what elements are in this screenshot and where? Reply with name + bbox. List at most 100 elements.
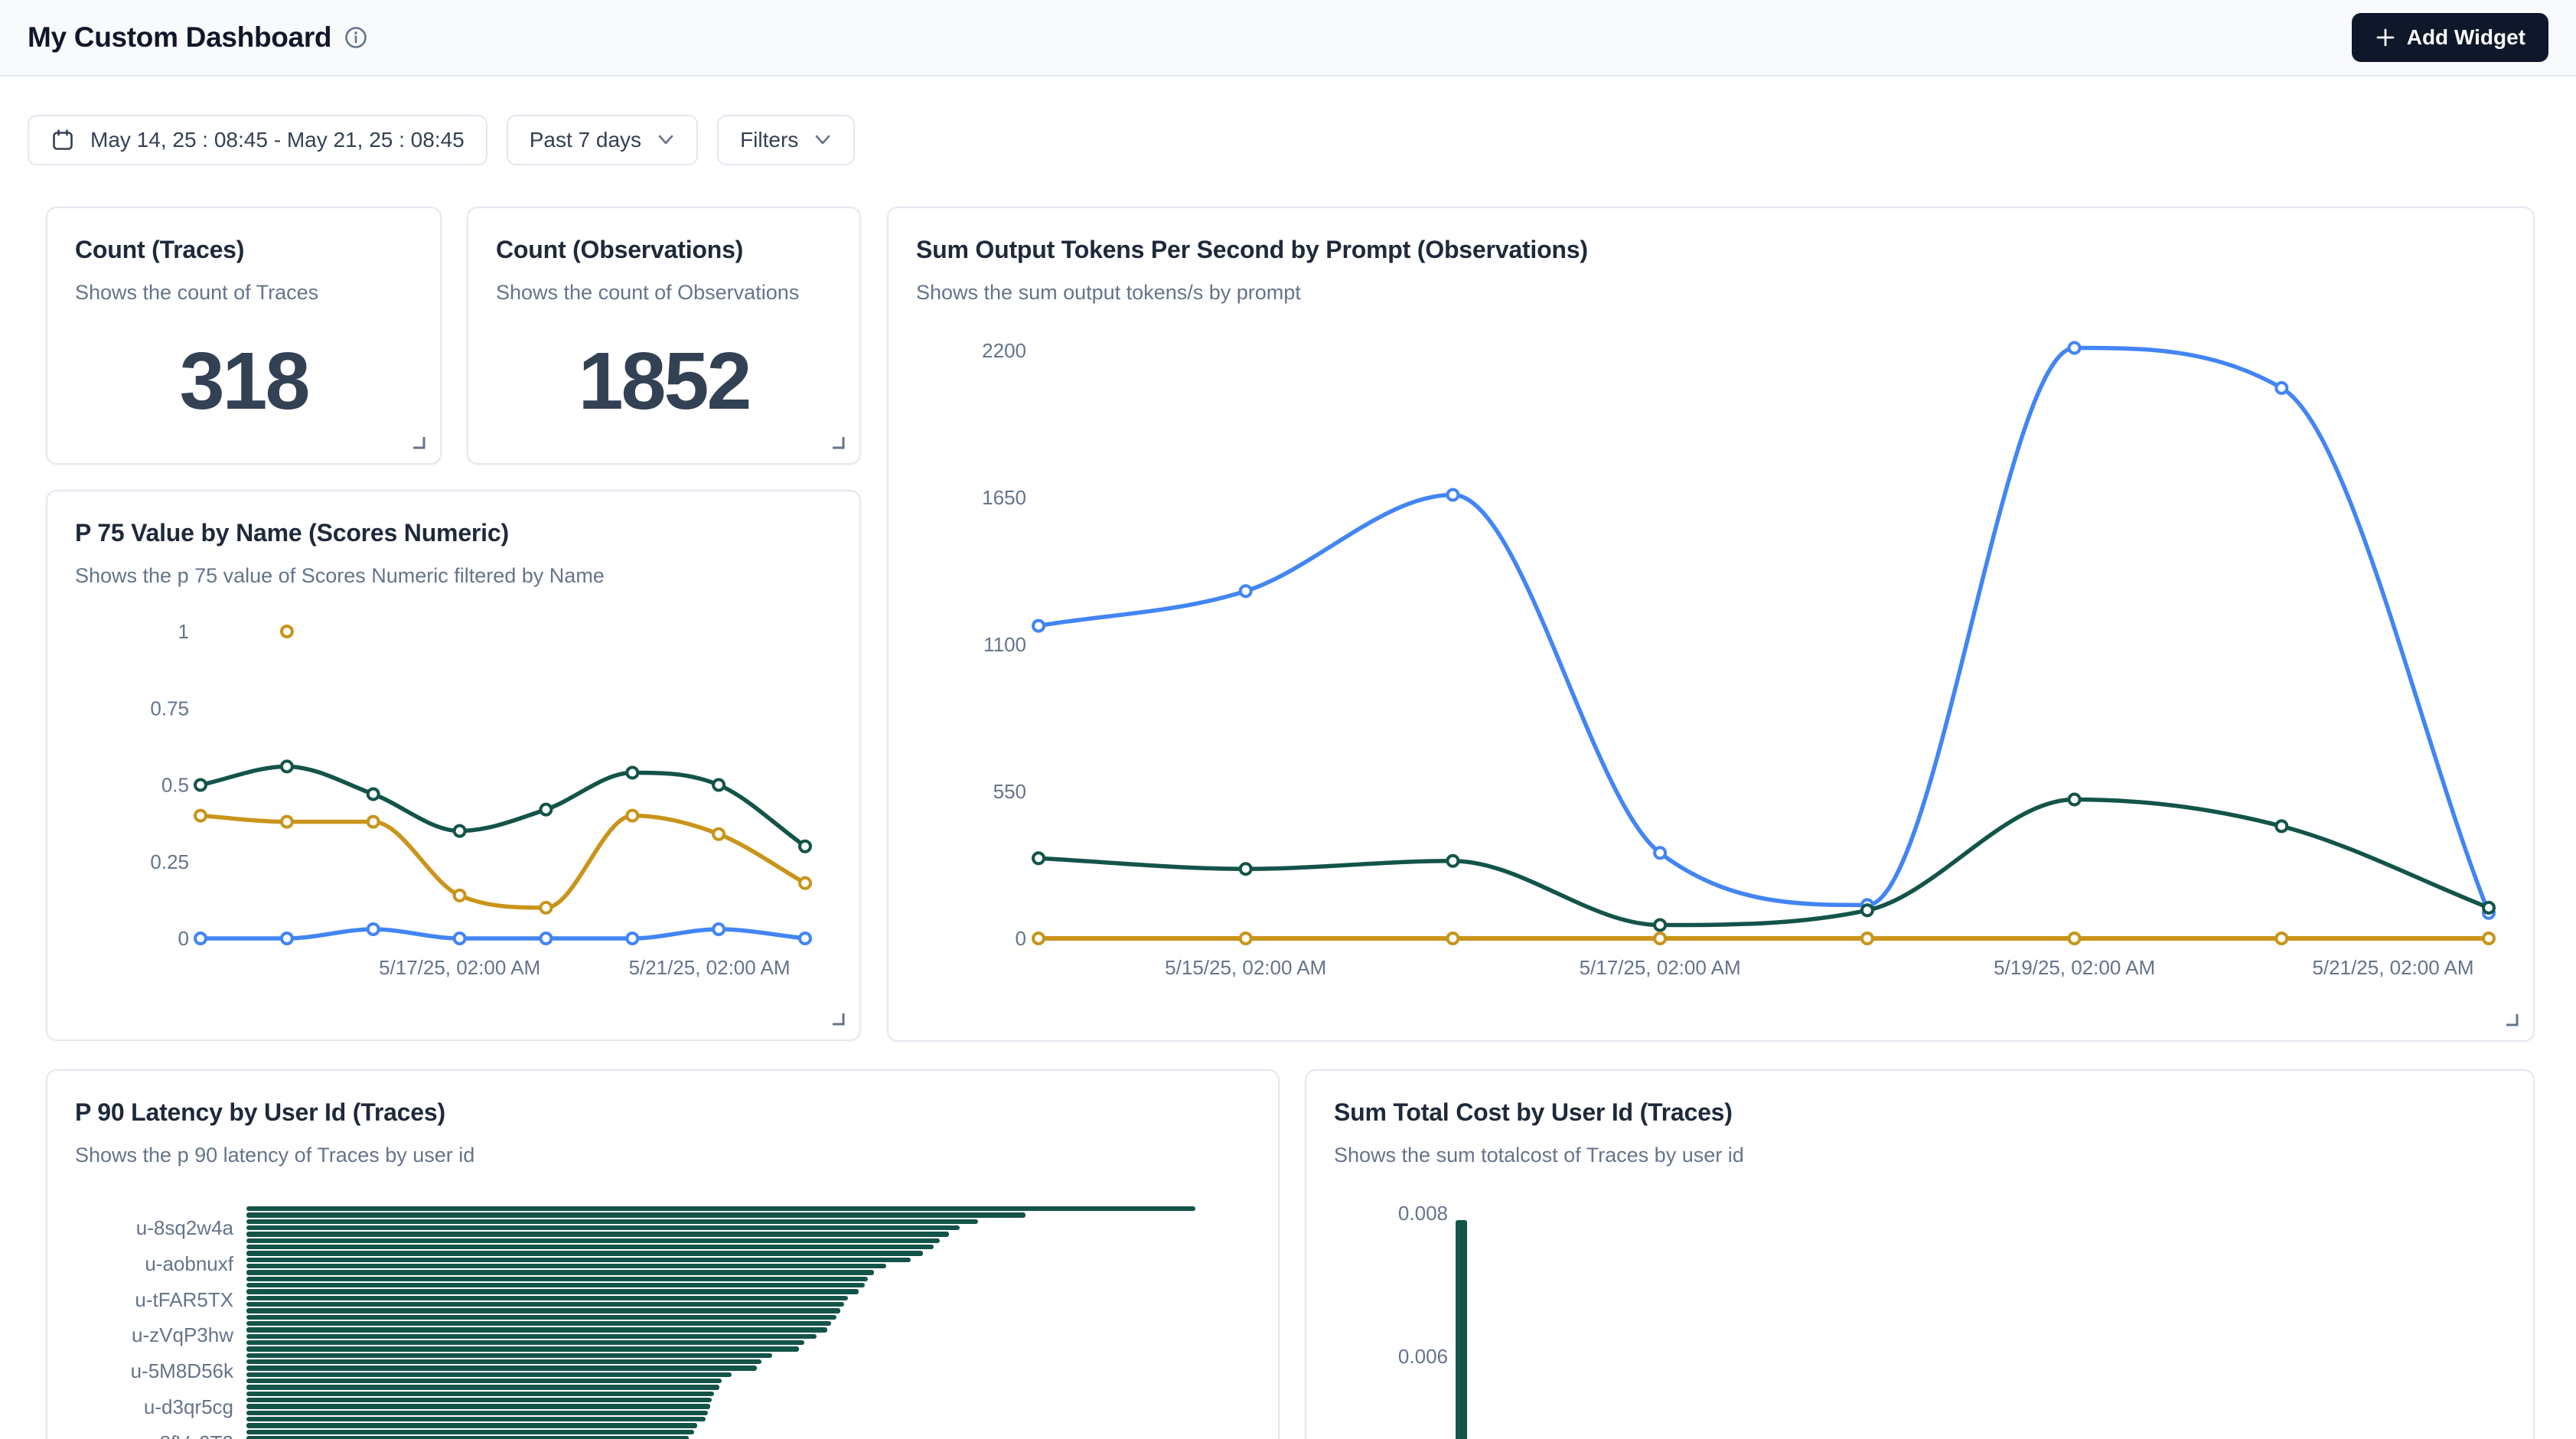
data-point-marker[interactable]: [1241, 933, 1251, 944]
data-point-marker[interactable]: [540, 804, 551, 815]
data-point-marker[interactable]: [2069, 795, 2080, 805]
preset-dropdown[interactable]: Past 7 days: [507, 115, 698, 165]
data-point-marker[interactable]: [1862, 905, 1873, 915]
data-point-marker[interactable]: [2483, 933, 2494, 944]
data-point-marker[interactable]: [800, 933, 810, 944]
data-point-marker[interactable]: [2276, 383, 2287, 393]
x-axis-tick-label: 5/21/25, 02:00 AM: [2312, 956, 2473, 979]
data-point-marker[interactable]: [282, 817, 292, 827]
data-point-marker[interactable]: [627, 811, 637, 821]
latency-bar[interactable]: [246, 1277, 868, 1281]
data-point-marker[interactable]: [368, 817, 379, 827]
latency-bar[interactable]: [246, 1417, 706, 1421]
latency-bar[interactable]: [246, 1238, 940, 1243]
data-point-marker[interactable]: [800, 841, 810, 852]
latency-bar[interactable]: [246, 1340, 804, 1345]
y-axis-tick-label: 1100: [983, 633, 1026, 656]
data-point-marker[interactable]: [282, 626, 292, 637]
resize-handle-icon[interactable]: [829, 1010, 846, 1030]
data-point-marker[interactable]: [1447, 490, 1458, 501]
latency-bar[interactable]: [246, 1372, 732, 1377]
data-point-marker[interactable]: [282, 761, 292, 772]
data-point-marker[interactable]: [1033, 621, 1044, 631]
latency-bar[interactable]: [246, 1289, 859, 1294]
data-point-marker[interactable]: [455, 826, 465, 837]
latency-bar[interactable]: [246, 1264, 886, 1268]
data-point-marker[interactable]: [1862, 933, 1873, 944]
data-point-marker[interactable]: [195, 811, 206, 821]
info-icon[interactable]: [344, 25, 368, 50]
latency-bar[interactable]: [246, 1296, 848, 1300]
date-range-button[interactable]: May 14, 25 : 08:45 - May 21, 25 : 08:45: [28, 115, 487, 165]
latency-bar[interactable]: [246, 1411, 708, 1415]
data-point-marker[interactable]: [713, 780, 724, 791]
latency-bar[interactable]: [246, 1225, 960, 1230]
data-point-marker[interactable]: [195, 933, 206, 944]
data-point-marker[interactable]: [627, 933, 637, 944]
latency-bar[interactable]: [246, 1392, 714, 1396]
data-point-marker[interactable]: [1033, 933, 1044, 944]
data-point-marker[interactable]: [1241, 586, 1251, 596]
data-point-marker[interactable]: [2069, 933, 2080, 944]
latency-bar[interactable]: [246, 1251, 923, 1255]
data-point-marker[interactable]: [800, 878, 810, 889]
data-point-marker[interactable]: [1447, 856, 1458, 866]
latency-bar[interactable]: [246, 1270, 874, 1274]
latency-bar[interactable]: [246, 1334, 817, 1339]
data-point-marker[interactable]: [627, 768, 637, 778]
data-point-marker[interactable]: [2069, 343, 2080, 354]
resize-handle-icon[interactable]: [409, 433, 426, 454]
latency-bar[interactable]: [246, 1430, 694, 1434]
data-point-marker[interactable]: [368, 789, 379, 800]
filters-dropdown[interactable]: Filters: [717, 115, 855, 165]
latency-bar[interactable]: [246, 1321, 831, 1326]
latency-bar[interactable]: [246, 1212, 1026, 1217]
data-point-marker[interactable]: [2276, 821, 2287, 831]
latency-bar[interactable]: [246, 1232, 949, 1236]
latency-bar[interactable]: [246, 1353, 772, 1358]
data-point-marker[interactable]: [195, 780, 206, 791]
data-point-marker[interactable]: [2276, 933, 2287, 944]
latency-bar[interactable]: [246, 1436, 689, 1439]
latency-bar[interactable]: [246, 1258, 911, 1262]
data-point-marker[interactable]: [282, 933, 292, 944]
data-point-marker[interactable]: [1655, 920, 1665, 931]
latency-bar[interactable]: [246, 1385, 719, 1389]
latency-bar[interactable]: [246, 1379, 722, 1383]
latency-bar[interactable]: [246, 1206, 1195, 1211]
latency-bar[interactable]: [246, 1346, 799, 1351]
latency-bar[interactable]: [246, 1283, 865, 1287]
data-point-marker[interactable]: [368, 924, 379, 935]
latency-bar[interactable]: [246, 1245, 934, 1249]
latency-bar[interactable]: [246, 1308, 840, 1313]
latency-bar[interactable]: [246, 1327, 827, 1332]
data-point-marker[interactable]: [540, 933, 551, 944]
add-widget-button[interactable]: Add Widget: [2352, 13, 2548, 62]
data-point-marker[interactable]: [1241, 863, 1251, 874]
data-point-marker[interactable]: [2483, 902, 2494, 913]
data-point-marker[interactable]: [713, 924, 724, 935]
data-point-marker[interactable]: [455, 933, 465, 944]
latency-bar[interactable]: [246, 1219, 978, 1224]
latency-bar[interactable]: [246, 1315, 836, 1320]
latency-bar[interactable]: [246, 1302, 844, 1307]
tokens-line-chart[interactable]: 05501100165022005/15/25, 02:00 AM5/17/25…: [889, 208, 2536, 1043]
data-point-marker[interactable]: [1655, 933, 1665, 944]
data-point-marker[interactable]: [455, 890, 465, 901]
resize-handle-icon[interactable]: [829, 433, 846, 454]
latency-bar-chart[interactable]: u-8sq2w4au-aobnuxfu-tFAR5TXu-zVqP3hwu-5M…: [47, 1071, 1281, 1439]
data-point-marker[interactable]: [713, 829, 724, 840]
data-point-marker[interactable]: [1655, 847, 1665, 858]
cost-bar[interactable]: [1456, 1220, 1467, 1439]
cost-bar-chart[interactable]: 0.0080.006: [1306, 1071, 2536, 1439]
data-point-marker[interactable]: [1033, 853, 1044, 863]
resize-handle-icon[interactable]: [2503, 1010, 2519, 1031]
latency-bar[interactable]: [246, 1404, 710, 1408]
latency-bar[interactable]: [246, 1366, 757, 1370]
latency-bar[interactable]: [246, 1398, 712, 1402]
data-point-marker[interactable]: [1447, 933, 1458, 944]
latency-bar[interactable]: [246, 1423, 697, 1428]
p75-line-chart[interactable]: 00.250.50.7515/17/25, 02:00 AM5/21/25, 0…: [47, 491, 862, 1043]
data-point-marker[interactable]: [540, 902, 551, 913]
latency-bar[interactable]: [246, 1359, 761, 1364]
